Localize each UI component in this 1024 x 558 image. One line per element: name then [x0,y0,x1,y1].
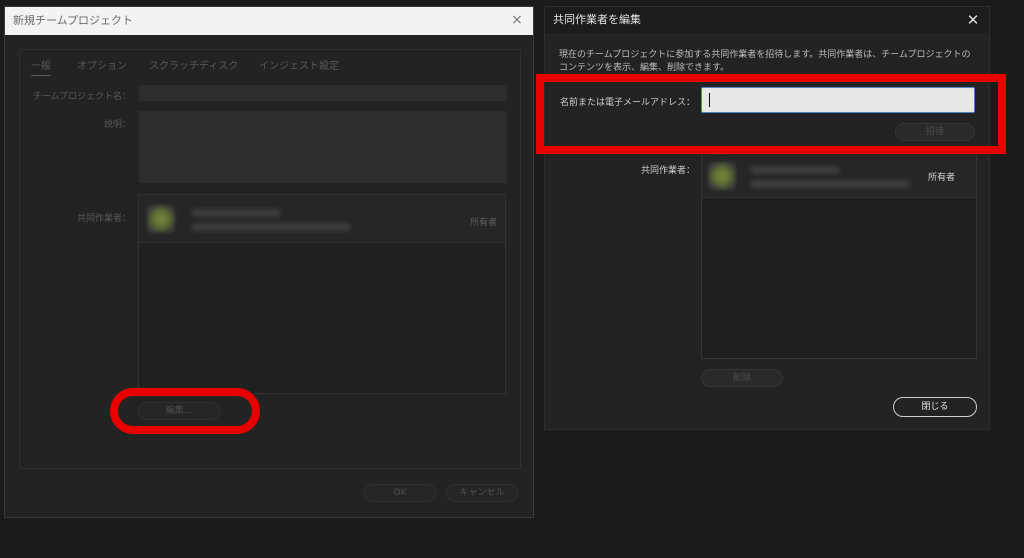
tab-options[interactable]: オプション [77,57,127,72]
dialog-description: 現在のチームプロジェクトに参加する共同作業者を招待します。共同作業者は、チームプ… [559,50,971,73]
collaborator-email-blurred [191,223,351,231]
tab-ingest-settings[interactable]: インジェスト設定 [259,57,339,72]
list-item[interactable]: 所有者 [702,154,976,198]
user-avatar-icon [708,162,736,190]
delete-button[interactable]: 削除 [701,369,783,387]
user-avatar-icon [147,205,175,233]
collaborator-email-blurred [750,180,910,188]
ok-button[interactable]: OK [364,484,436,502]
edit-collaborators-dialog: 共同作業者を編集 ✕ 現在のチームプロジェクトに参加する共同作業者を招待します。… [544,6,990,430]
collaborators-list: 所有者 [138,194,506,394]
collaborators-label: 共同作業者： [640,166,695,176]
collaborator-name-blurred [191,209,281,217]
dialog-title: 共同作業者を編集 [545,7,989,33]
collaborators-label: 共同作業者： [76,214,131,224]
highlight-ring [110,388,260,434]
description-label: 説明： [103,120,131,130]
cancel-button[interactable]: キャンセル [446,484,518,502]
collaborator-role: 所有者 [928,173,956,183]
highlight-box [536,74,1006,154]
description-input[interactable] [139,111,507,183]
dialog-title: 新規チームプロジェクト [5,7,533,35]
close-icon[interactable]: × [509,12,525,28]
tab-scratch-disks[interactable]: スクラッチディスク [149,57,238,72]
collaborator-role: 所有者 [469,218,497,228]
project-name-input[interactable] [139,85,507,101]
collaborators-list: 所有者 [701,153,977,359]
project-name-label: チームプロジェクト名： [32,92,131,102]
collaborator-name-blurred [750,166,840,174]
close-button[interactable]: 閉じる [893,397,977,417]
tab-general[interactable]: 一般 [31,57,51,76]
close-icon[interactable]: ✕ [965,11,981,29]
list-item[interactable]: 所有者 [139,195,505,243]
